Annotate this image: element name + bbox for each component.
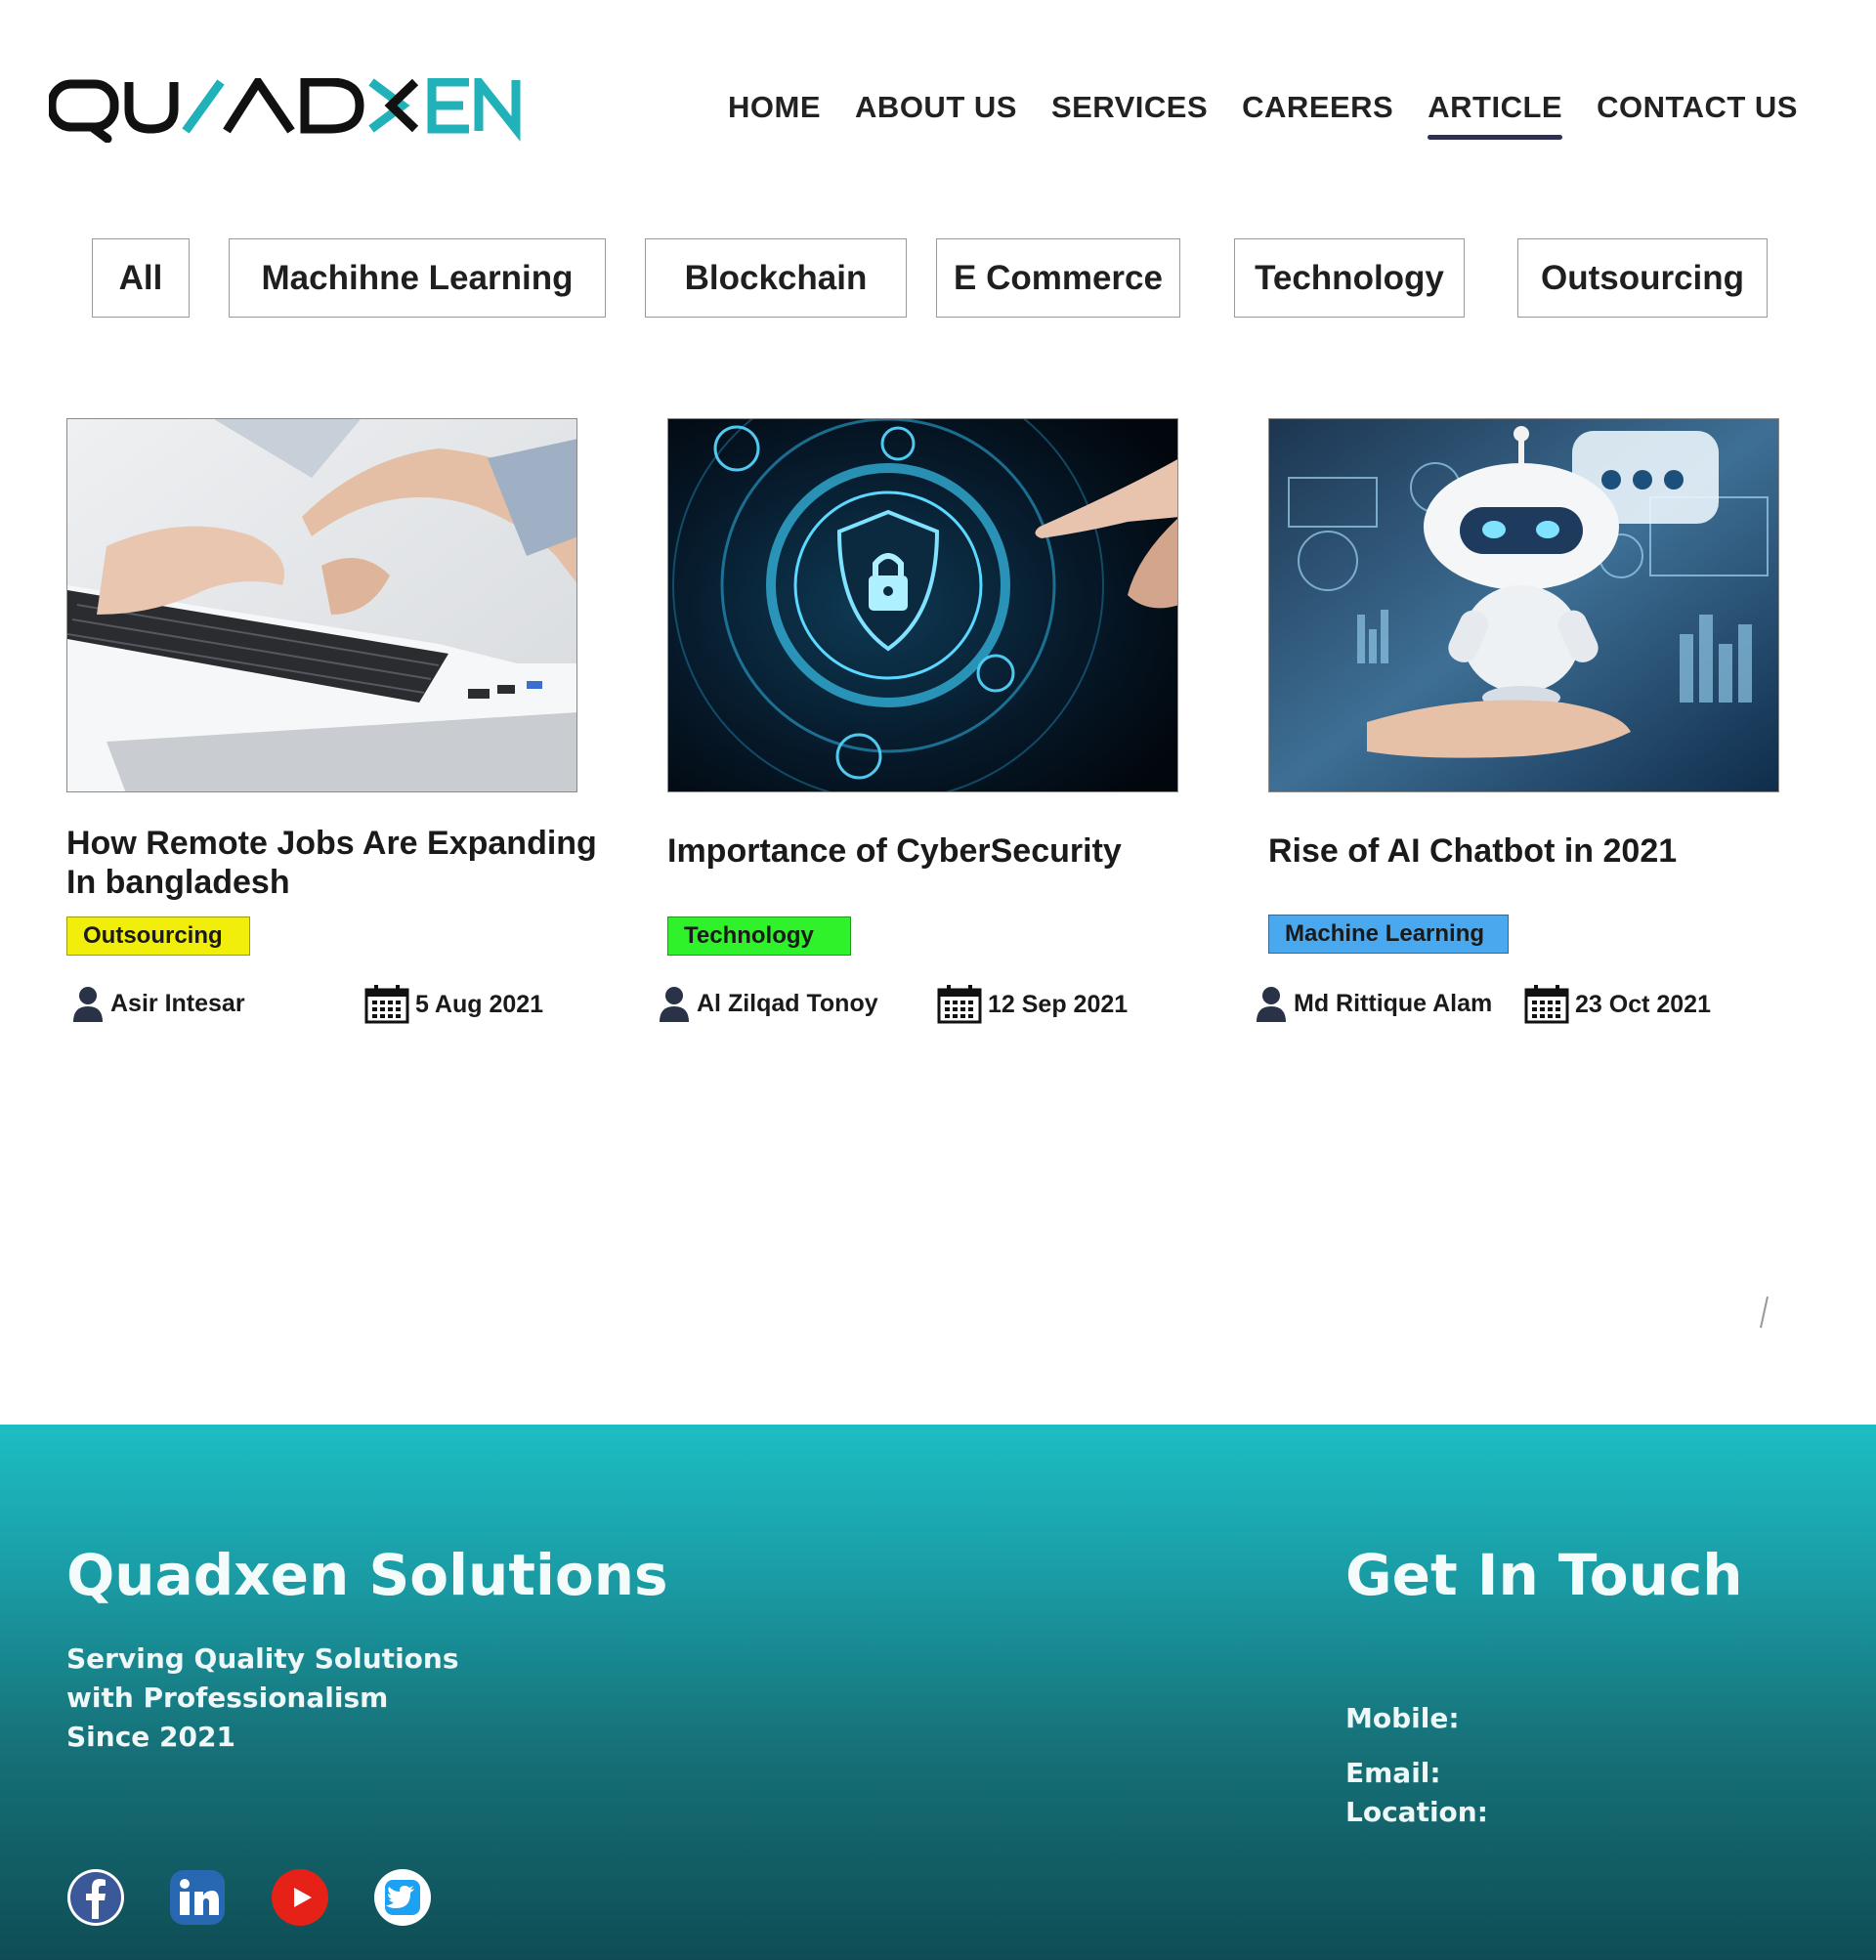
filter-e-commerce[interactable]: E Commerce	[936, 238, 1180, 318]
category-badge[interactable]: Machine Learning	[1268, 915, 1509, 954]
tagline-line: Serving Quality Solutions	[66, 1642, 459, 1675]
site-footer: Quadxen Solutions Serving Quality Soluti…	[0, 1425, 1876, 1960]
filter-outsourcing[interactable]: Outsourcing	[1517, 238, 1768, 318]
article-card[interactable]: How Remote Jobs Are Expanding In banglad…	[66, 418, 623, 1024]
footer-company-name: Quadxen Solutions	[66, 1542, 668, 1608]
tagline-line: Since 2021	[66, 1721, 235, 1753]
nav-careers[interactable]: CAREERS	[1242, 90, 1393, 131]
calendar-icon	[364, 985, 409, 1024]
calendar-icon	[1524, 985, 1569, 1024]
nav-about-us[interactable]: ABOUT US	[855, 90, 1017, 131]
quadxen-logo[interactable]	[49, 78, 523, 143]
ai-chatbot-robot-image[interactable]	[1268, 418, 1779, 792]
author-name: Md Rittique Alam	[1294, 989, 1493, 1017]
article-card[interactable]: Rise of AI Chatbot in 2021 Machine Learn…	[1257, 418, 1825, 1024]
linkedin-icon[interactable]	[168, 1868, 227, 1927]
article-title[interactable]: Importance of CyberSecurity	[667, 831, 1122, 871]
stray-divider-mark	[1760, 1296, 1769, 1329]
nav-services[interactable]: SERVICES	[1051, 90, 1208, 131]
footer-tagline: Serving Quality Solutions with Professio…	[66, 1640, 459, 1757]
user-icon	[660, 987, 689, 1022]
contact-heading: Get In Touch	[1345, 1542, 1743, 1608]
category-filters: All Machihne Learning Blockchain E Comme…	[0, 238, 1876, 318]
tagline-line: with Professionalism	[66, 1682, 389, 1714]
nav-article[interactable]: ARTICLE	[1428, 90, 1562, 140]
youtube-icon[interactable]	[271, 1868, 329, 1927]
publish-date: 12 Sep 2021	[937, 985, 1128, 1024]
location-label: Location:	[1345, 1796, 1488, 1828]
date-text: 5 Aug 2021	[415, 990, 544, 1018]
facebook-icon[interactable]	[66, 1868, 125, 1927]
twitter-icon[interactable]	[373, 1868, 432, 1927]
article-title-line2[interactable]: In bangladesh	[66, 863, 290, 902]
site-header: HOME ABOUT US SERVICES CAREERS ARTICLE C…	[0, 0, 1876, 195]
user-icon	[73, 987, 103, 1022]
main-nav: HOME ABOUT US SERVICES CAREERS ARTICLE C…	[728, 90, 1798, 140]
date-text: 12 Sep 2021	[988, 990, 1129, 1018]
mobile-label: Mobile:	[1345, 1702, 1460, 1734]
author: Asir Intesar	[71, 985, 245, 1022]
filter-machine-learning[interactable]: Machihne Learning	[229, 238, 606, 318]
filter-all[interactable]: All	[92, 238, 190, 318]
date-text: 23 Oct 2021	[1575, 990, 1711, 1018]
article-title[interactable]: Rise of AI Chatbot in 2021	[1268, 831, 1677, 871]
laptop-typing-image[interactable]	[66, 418, 577, 792]
article-title-line1[interactable]: How Remote Jobs Are Expanding	[66, 824, 597, 863]
publish-date: 23 Oct 2021	[1524, 985, 1711, 1024]
cybersecurity-lock-image[interactable]	[667, 418, 1178, 792]
calendar-icon	[937, 985, 982, 1024]
filter-technology[interactable]: Technology	[1234, 238, 1465, 318]
category-badge[interactable]: Outsourcing	[66, 916, 250, 956]
author: Al Zilqad Tonoy	[658, 985, 878, 1022]
author: Md Rittique Alam	[1255, 985, 1492, 1022]
author-name: Al Zilqad Tonoy	[697, 989, 878, 1017]
filter-blockchain[interactable]: Blockchain	[645, 238, 907, 318]
nav-home[interactable]: HOME	[728, 90, 821, 131]
category-badge[interactable]: Technology	[667, 916, 851, 956]
user-icon	[1257, 987, 1286, 1022]
email-label: Email:	[1345, 1757, 1441, 1789]
publish-date: 5 Aug 2021	[364, 985, 543, 1024]
article-card[interactable]: Importance of CyberSecurity Technology A…	[660, 418, 1224, 1024]
author-name: Asir Intesar	[110, 989, 245, 1017]
nav-contact-us[interactable]: CONTACT US	[1597, 90, 1798, 131]
